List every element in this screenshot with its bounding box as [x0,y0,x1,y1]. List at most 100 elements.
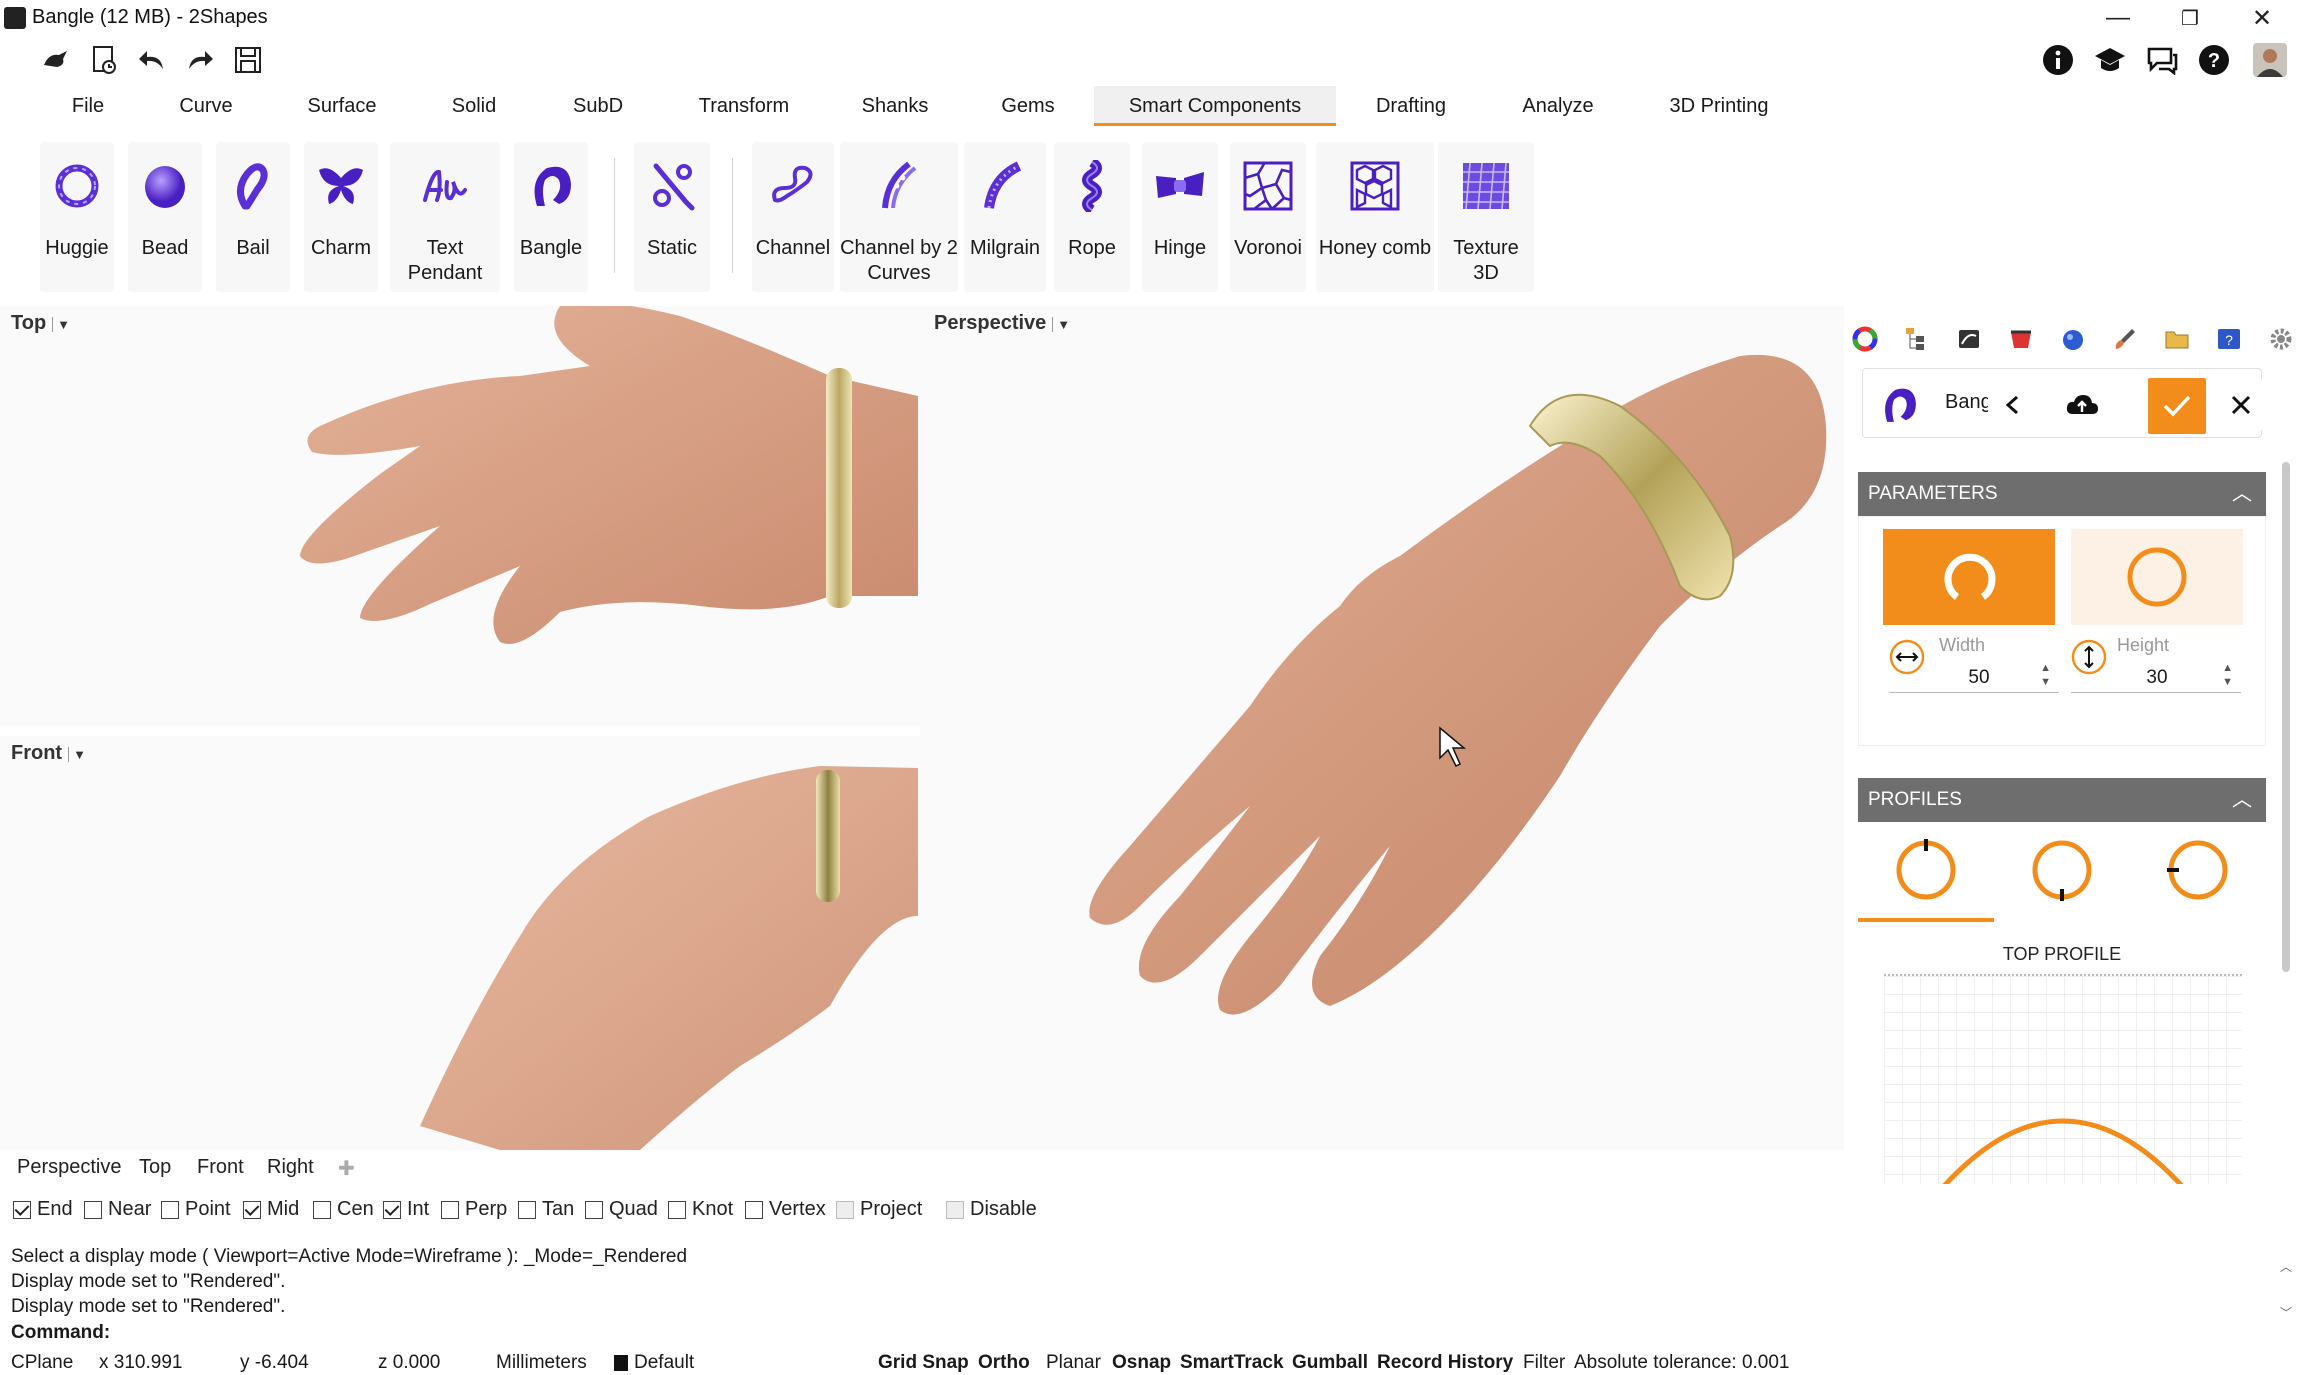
tab-shanks[interactable]: Shanks [860,86,930,126]
tab-analyze[interactable]: Analyze [1520,86,1596,126]
color-wheel-icon[interactable] [1848,322,1882,356]
smarttrack-toggle[interactable]: SmartTrack [1180,1352,1284,1374]
voronoi-tool-button[interactable]: Voronoi [1230,142,1306,292]
command-scroll-icon[interactable]: ︿ ﹀ [2280,1244,2292,1336]
osnap-perp-checkbox[interactable] [441,1200,459,1219]
osnap-end-checkbox[interactable] [13,1200,31,1219]
height-spinner-icon[interactable]: ▲ ▼ [2222,661,2233,689]
perspective-viewport[interactable]: Perspective ▼ [920,306,1844,1150]
redo-icon[interactable] [182,42,218,78]
top-profile-tab[interactable] [1858,822,1994,922]
layers-tree-icon[interactable] [1900,322,1934,356]
panel-scrollbar[interactable] [2282,462,2290,972]
osnap-near[interactable]: Near [84,1198,151,1221]
osnap-mid[interactable]: Mid [243,1198,299,1221]
osnap-vertex[interactable]: Vertex [745,1198,826,1221]
tab-smart-components[interactable]: Smart Components [1094,86,1336,126]
document-properties-icon[interactable] [86,42,122,78]
osnap-quad-checkbox[interactable] [585,1200,603,1219]
channel-by-2-curves-tool-button[interactable]: Channel by 2 Curves [840,142,958,292]
close-window-button[interactable]: ✕ [2226,0,2298,36]
tab-file[interactable]: File [60,86,116,126]
osnap-project[interactable]: Project [836,1198,922,1221]
osnap-disable[interactable]: Disable [946,1198,1037,1221]
osnap-point[interactable]: Point [161,1198,231,1221]
help-icon[interactable]: ? [2196,42,2232,78]
osnap-near-checkbox[interactable] [84,1200,102,1219]
milgrain-tool-button[interactable]: Milgrain [964,142,1046,292]
bail-tool-button[interactable]: Bail [216,142,290,292]
confirm-button[interactable] [2148,378,2206,434]
hinge-tool-button[interactable]: Hinge [1142,142,1218,292]
width-input[interactable]: 50 ▲ ▼ [1889,655,2059,693]
viewport-tab-front[interactable]: Front [197,1156,244,1179]
side-profile-tab[interactable] [2130,822,2266,922]
height-value[interactable]: 30 [2117,667,2197,689]
texture-3d-tool-button[interactable]: Texture 3D [1438,142,1534,292]
save-icon[interactable] [230,42,266,78]
osnap-point-checkbox[interactable] [161,1200,179,1219]
cplane-label[interactable]: CPlane [11,1352,73,1374]
osnap-perp[interactable]: Perp [441,1198,507,1221]
add-viewport-icon[interactable]: ✚ [338,1156,355,1181]
osnap-tan[interactable]: Tan [518,1198,574,1221]
osnap-end[interactable]: End [13,1198,73,1221]
cancel-button[interactable] [2216,380,2266,430]
minimize-button[interactable]: — [2082,0,2154,36]
width-value[interactable]: 50 [1939,667,2019,689]
tab-curve[interactable]: Curve [170,86,242,126]
tab-gems[interactable]: Gems [998,86,1058,126]
undo-icon[interactable] [134,42,170,78]
osnap-mid-checkbox[interactable] [243,1200,261,1219]
osnap-knot-checkbox[interactable] [668,1200,686,1219]
back-button[interactable] [1988,380,2038,430]
tab-drafting[interactable]: Drafting [1370,86,1452,126]
bead-tool-button[interactable]: Bead [128,142,202,292]
static-tool-button[interactable]: Static [634,142,710,292]
osnap-toggle[interactable]: Osnap [1112,1352,1171,1374]
brush-icon[interactable] [2108,322,2142,356]
honeycomb-tool-button[interactable]: Honey comb [1316,142,1434,292]
osnap-disable-checkbox[interactable] [946,1200,964,1219]
bottom-profile-tab[interactable] [1994,822,2130,922]
grid-snap-toggle[interactable]: Grid Snap [878,1352,969,1374]
viewport-tab-right[interactable]: Right [267,1156,314,1179]
tab-solid[interactable]: Solid [444,86,504,126]
help-panel-icon[interactable]: ? [2212,322,2246,356]
command-prompt[interactable]: Command: [11,1322,110,1344]
osnap-vertex-checkbox[interactable] [745,1200,763,1219]
open-bangle-shape-option[interactable] [1883,529,2055,625]
planar-toggle[interactable]: Planar [1046,1352,1101,1374]
chat-icon[interactable] [2144,42,2180,78]
profiles-section-header[interactable]: PROFILES ︿ [1858,778,2266,822]
record-history-toggle[interactable]: Record History [1377,1352,1513,1374]
display-icon[interactable] [1952,322,1986,356]
ortho-toggle[interactable]: Ortho [978,1352,1030,1374]
osnap-quad[interactable]: Quad [585,1198,658,1221]
settings-gear-icon[interactable] [2264,322,2298,356]
closed-bangle-shape-option[interactable] [2071,529,2243,625]
render-sphere-icon[interactable] [2056,322,2090,356]
learning-icon[interactable] [2092,42,2128,78]
top-viewport[interactable]: Top ▼ [0,306,920,726]
tab-transform[interactable]: Transform [696,86,792,126]
tab-surface[interactable]: Surface [300,86,384,126]
folder-icon[interactable] [2160,322,2194,356]
collapse-chevron-icon[interactable]: ︿ [2232,778,2252,822]
rope-tool-button[interactable]: Rope [1054,142,1130,292]
upload-cloud-button[interactable] [2054,380,2110,430]
tab-3d-printing[interactable]: 3D Printing [1666,86,1772,126]
viewport-tab-top[interactable]: Top [139,1156,171,1179]
rhino-icon[interactable] [38,42,74,78]
restore-button[interactable]: ❐ [2154,0,2226,36]
collapse-chevron-icon[interactable]: ︿ [2232,472,2252,516]
materials-icon[interactable] [2004,322,2038,356]
text-pendant-tool-button[interactable]: Text Pendant [390,142,500,292]
profile-editor-canvas[interactable] [1884,974,2242,1184]
channel-tool-button[interactable]: Channel [752,142,834,292]
osnap-int-checkbox[interactable] [383,1200,401,1219]
filter-toggle[interactable]: Filter [1523,1352,1565,1374]
front-viewport[interactable]: Front ▼ [0,736,920,1150]
user-avatar[interactable] [2252,42,2288,78]
viewport-tab-perspective[interactable]: Perspective [17,1156,122,1179]
